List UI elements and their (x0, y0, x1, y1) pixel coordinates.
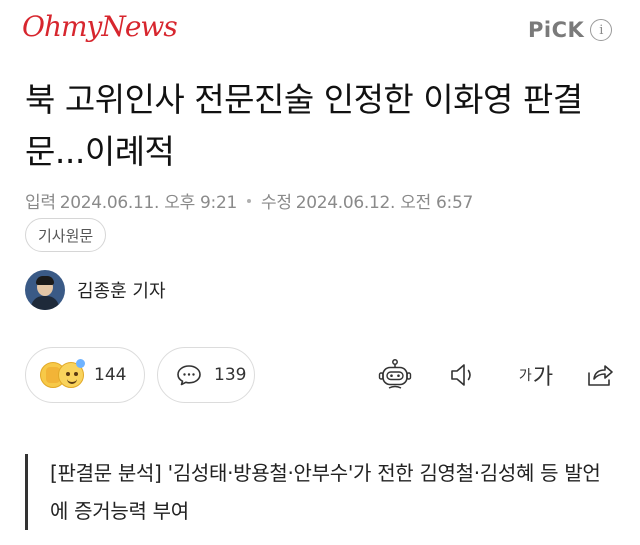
comment-icon (177, 365, 201, 386)
font-size-button[interactable]: 가가 (511, 357, 561, 393)
modified-label: 수정 (261, 193, 292, 213)
share-icon[interactable] (582, 357, 618, 393)
smile-emoji-icon (58, 359, 85, 388)
input-label: 입력 (25, 193, 56, 213)
ohmynews-logo[interactable]: OhmyNews (22, 10, 178, 43)
article-subtitle: [판결문 분석] '김성태·방용철·안부수'가 전한 김영철·김성혜 등 발언에… (25, 454, 615, 530)
comment-button[interactable]: 139 (157, 347, 255, 403)
info-icon[interactable]: i (590, 19, 613, 41)
speaker-icon (451, 364, 471, 386)
reaction-emojis (40, 359, 90, 391)
reaction-count: 144 (94, 365, 127, 385)
author-avatar[interactable] (25, 270, 65, 310)
avatar-body (31, 296, 59, 310)
header: OhmyNews PiCK i (0, 0, 640, 62)
emoji-eye-right (74, 372, 78, 376)
avatar-hair (36, 276, 54, 285)
author-block[interactable]: 김종훈 기자 (25, 270, 166, 310)
comment-count: 139 (214, 365, 247, 385)
emoji-eye-left (66, 372, 70, 376)
author-name[interactable]: 김종훈 기자 (77, 277, 166, 303)
font-big-label: 가 (532, 365, 554, 390)
meta-separator (247, 198, 251, 203)
emoji-tear (76, 359, 85, 368)
robot-icon (378, 359, 412, 389)
share-arrow-icon (588, 365, 613, 386)
action-bar: 144 139 가가 (25, 347, 625, 403)
pick-label: PiCK (528, 18, 585, 42)
font-small-label: 가 (518, 368, 532, 384)
original-article-button[interactable]: 기사원문 (25, 218, 107, 252)
listen-speaker-icon[interactable] (445, 357, 481, 393)
emoji-mouth (67, 379, 77, 384)
reaction-button[interactable]: 144 (25, 347, 145, 403)
article-title: 북 고위인사 전문진술 인정한 이화영 판결문...이례적 (25, 80, 583, 171)
pick-badge[interactable]: PiCK i (528, 18, 613, 42)
modified-datetime: 2024.06.12. 오전 6:57 (295, 193, 474, 213)
input-datetime: 2024.06.11. 오후 9:21 (59, 193, 238, 213)
ai-summary-robot-icon[interactable] (377, 357, 413, 393)
article-dates: 입력 2024.06.11. 오후 9:21 수정 2024.06.12. 오전… (25, 188, 473, 213)
